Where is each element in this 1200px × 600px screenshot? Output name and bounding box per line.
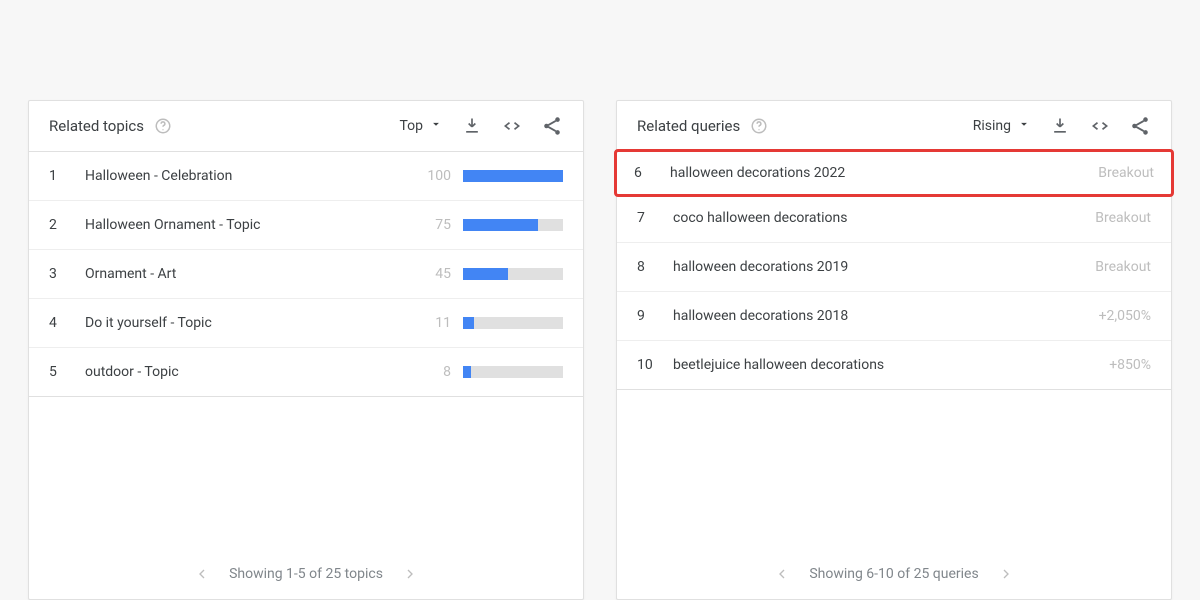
- prev-page-button[interactable]: [193, 565, 211, 583]
- query-metric: +850%: [1109, 357, 1151, 373]
- queries-title: Related queries: [637, 117, 740, 135]
- topics-footer: Showing 1-5 of 25 topics: [29, 549, 583, 599]
- rank: 9: [637, 308, 657, 324]
- rank: 3: [49, 266, 69, 282]
- query-link[interactable]: coco halloween decorations: [673, 210, 1095, 226]
- topics-sort-label: Top: [399, 118, 423, 134]
- embed-icon[interactable]: [501, 115, 523, 137]
- bar-track: [463, 268, 563, 280]
- query-metric: Breakout: [1095, 210, 1151, 226]
- topics-footer-text: Showing 1-5 of 25 topics: [229, 566, 383, 582]
- embed-icon[interactable]: [1089, 115, 1111, 137]
- bar-fill: [463, 366, 471, 378]
- topic-link[interactable]: Ornament - Art: [85, 266, 421, 282]
- bar-fill: [463, 219, 538, 231]
- bar-fill: [463, 170, 563, 182]
- caret-down-icon: [429, 117, 443, 135]
- rank: 8: [637, 259, 657, 275]
- queries-header: Related queries Rising: [617, 101, 1171, 152]
- related-queries-panel: Related queries Rising 6 halloween decora…: [616, 100, 1172, 600]
- topic-link[interactable]: Do it yourself - Topic: [85, 315, 421, 331]
- topic-value: 11: [421, 315, 451, 331]
- query-link[interactable]: beetlejuice halloween decorations: [673, 357, 1109, 373]
- topic-value: 45: [421, 266, 451, 282]
- topics-rows: 1 Halloween - Celebration100 2 Halloween Or…: [29, 152, 583, 549]
- rank: 4: [49, 315, 69, 331]
- queries-sort-dropdown[interactable]: Rising: [973, 117, 1031, 135]
- share-icon[interactable]: [541, 115, 563, 137]
- bar-track: [463, 366, 563, 378]
- rank: 5: [49, 364, 69, 380]
- table-row: 3 Ornament - Art45: [29, 250, 583, 299]
- query-metric: +2,050%: [1099, 308, 1151, 324]
- query-link[interactable]: halloween decorations 2019: [673, 259, 1095, 275]
- queries-footer: Showing 6-10 of 25 queries: [617, 549, 1171, 599]
- topic-value: 75: [421, 217, 451, 233]
- rank: 10: [637, 357, 657, 373]
- topics-sort-dropdown[interactable]: Top: [399, 117, 443, 135]
- bar-fill: [463, 268, 508, 280]
- queries-sort-label: Rising: [973, 118, 1011, 134]
- table-row: 10 beetlejuice halloween decorations+850%: [617, 341, 1171, 390]
- query-link[interactable]: halloween decorations 2018: [673, 308, 1099, 324]
- table-row: 9 halloween decorations 2018+2,050%: [617, 292, 1171, 341]
- rank: 2: [49, 217, 69, 233]
- table-row: 6 halloween decorations 2022Breakout: [614, 149, 1174, 197]
- topics-title: Related topics: [49, 117, 144, 135]
- related-topics-panel: Related topics Top 1 Halloween - Celebrat…: [28, 100, 584, 600]
- topic-link[interactable]: outdoor - Topic: [85, 364, 421, 380]
- share-icon[interactable]: [1129, 115, 1151, 137]
- table-row: 2 Halloween Ornament - Topic75: [29, 201, 583, 250]
- bar-track: [463, 317, 563, 329]
- queries-rows: 6halloween decorations 2022Breakout7coco…: [617, 152, 1171, 549]
- topics-header: Related topics Top: [29, 101, 583, 152]
- queries-footer-text: Showing 6-10 of 25 queries: [809, 566, 978, 582]
- table-row: 7 coco halloween decorationsBreakout: [617, 194, 1171, 243]
- query-metric: Breakout: [1095, 259, 1151, 275]
- rank: 1: [49, 168, 69, 184]
- help-icon[interactable]: [750, 117, 768, 135]
- bar-fill: [463, 317, 474, 329]
- topic-link[interactable]: Halloween - Celebration: [85, 168, 421, 184]
- topic-link[interactable]: Halloween Ornament - Topic: [85, 217, 421, 233]
- next-page-button[interactable]: [401, 565, 419, 583]
- query-link[interactable]: halloween decorations 2022: [670, 165, 1098, 181]
- prev-page-button[interactable]: [773, 565, 791, 583]
- bar-track: [463, 170, 563, 182]
- query-metric: Breakout: [1098, 165, 1154, 181]
- rank: 7: [637, 210, 657, 226]
- topic-value: 8: [421, 364, 451, 380]
- table-row: 8 halloween decorations 2019Breakout: [617, 243, 1171, 292]
- topics-header-actions: Top: [399, 115, 563, 137]
- next-page-button[interactable]: [997, 565, 1015, 583]
- download-icon[interactable]: [461, 115, 483, 137]
- table-row: 4 Do it yourself - Topic11: [29, 299, 583, 348]
- help-icon[interactable]: [154, 117, 172, 135]
- caret-down-icon: [1017, 117, 1031, 135]
- bar-track: [463, 219, 563, 231]
- rank: 6: [634, 165, 654, 181]
- table-row: 5 outdoor - Topic8: [29, 348, 583, 397]
- topic-value: 100: [421, 168, 451, 184]
- table-row: 1 Halloween - Celebration100: [29, 152, 583, 201]
- queries-header-actions: Rising: [973, 115, 1151, 137]
- download-icon[interactable]: [1049, 115, 1071, 137]
